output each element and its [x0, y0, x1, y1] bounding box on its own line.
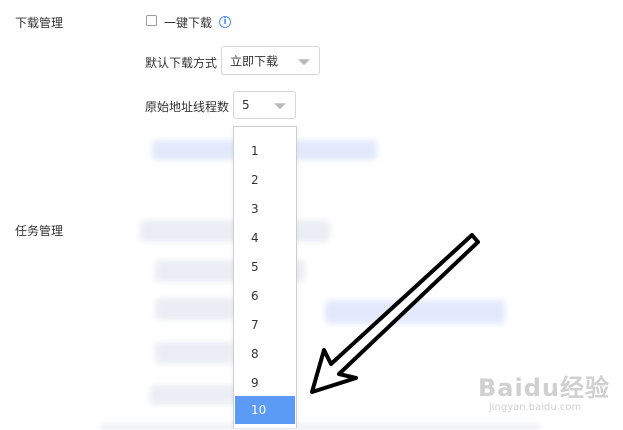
watermark-url: jingyan.baidu.com — [489, 402, 582, 413]
watermark-brand: Baidu经验 — [478, 374, 610, 402]
annotation-arrow-icon — [310, 233, 480, 394]
